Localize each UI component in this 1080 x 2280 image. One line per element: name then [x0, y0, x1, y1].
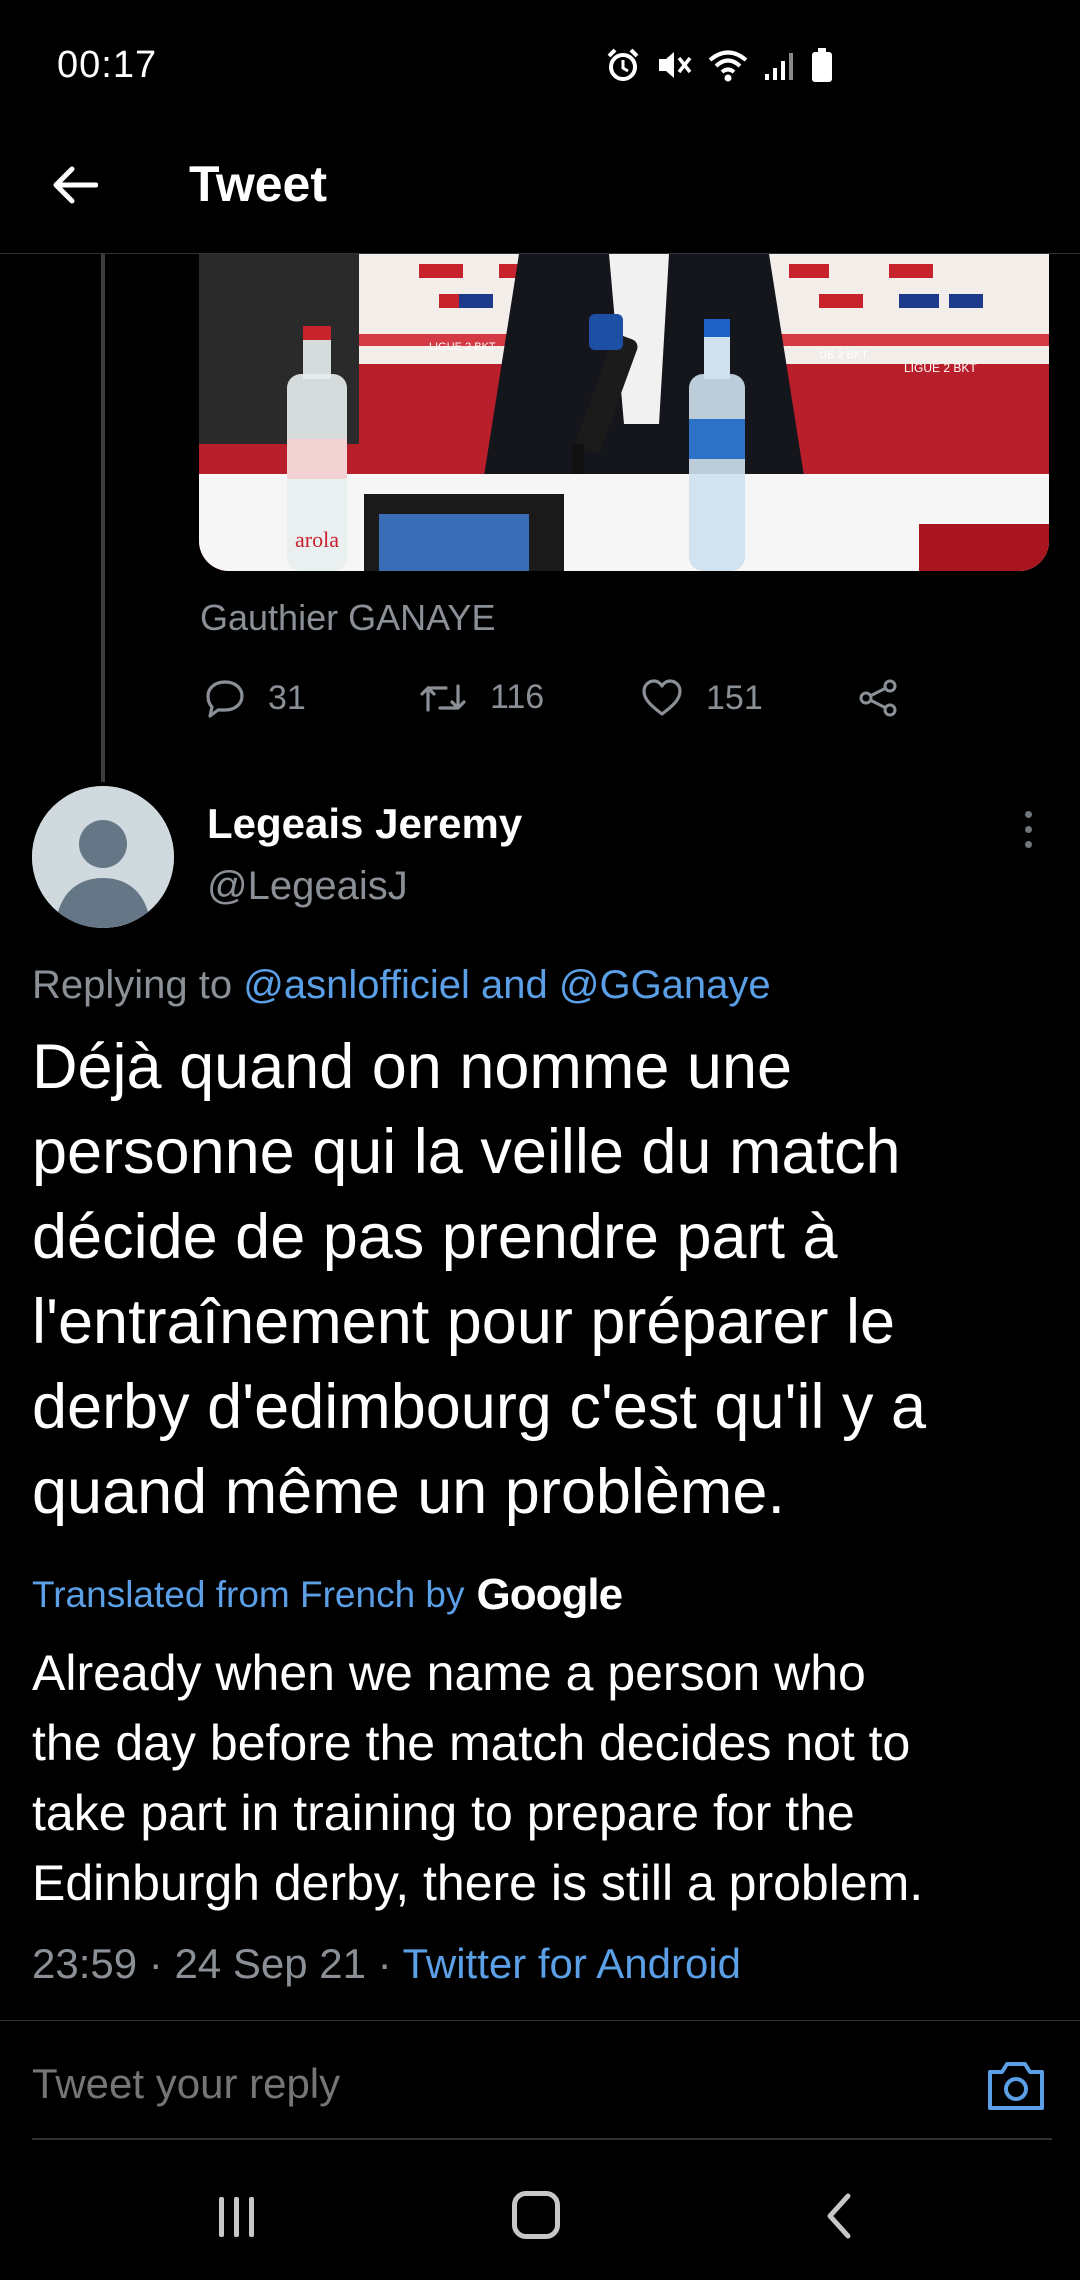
reply-mention-and: and — [469, 963, 559, 1007]
tweet-time: 23:59 — [32, 1940, 138, 1987]
translation-attribution: Translated from French by Google — [32, 1570, 624, 1620]
reply-input[interactable] — [32, 2060, 932, 2108]
reply-mention-asnlofficiel[interactable]: @asnlofficiel — [243, 963, 470, 1007]
avatar[interactable] — [32, 786, 174, 928]
battery-icon — [812, 48, 832, 82]
replying-to: Replying to @asnlofficiel and @GGanaye — [32, 963, 771, 1008]
recents-icon[interactable] — [213, 2195, 259, 2239]
page-title: Tweet — [189, 156, 327, 212]
timestamp-separator: · — [137, 1940, 175, 1987]
back-icon[interactable] — [820, 2190, 860, 2242]
tweet-timestamp: 23:59 · 24 Sep 21 · Twitter for Android — [32, 1940, 741, 1988]
arrow-left-icon — [53, 166, 98, 204]
back-button[interactable] — [40, 150, 110, 220]
home-icon[interactable] — [512, 2191, 560, 2239]
status-icons — [605, 44, 833, 86]
like-button[interactable]: 151 — [640, 678, 763, 718]
tweet-date: 24 Sep 21 — [174, 1940, 366, 1987]
default-avatar-icon — [32, 786, 174, 928]
retweet-icon — [420, 683, 466, 712]
image-caption: Gauthier GANAYE — [200, 597, 496, 638]
tweet-media-image[interactable]: LIGUE 2 BKT LIGUE 2 BKT UE 2 BKT arola — [199, 254, 1049, 571]
like-count: 151 — [706, 678, 763, 717]
alarm-icon — [607, 48, 639, 81]
reply-count: 31 — [268, 678, 306, 717]
camera-button[interactable] — [984, 2058, 1048, 2114]
google-logo: Google — [476, 1570, 624, 1619]
thread-line — [101, 254, 105, 782]
reply-button[interactable]: 31 — [204, 678, 306, 718]
translated-label: Translated from French by — [32, 1574, 465, 1615]
camera-icon — [988, 2062, 1044, 2110]
tweet-source-link[interactable]: Twitter for Android — [403, 1940, 741, 1987]
retweet-button[interactable]: 116 — [418, 678, 544, 717]
svg-text:UE 2 BKT: UE 2 BKT — [819, 349, 868, 361]
author-handle[interactable]: @LegeaisJ — [207, 864, 408, 909]
divider — [32, 2138, 1052, 2140]
svg-text:LIGUE 2 BKT: LIGUE 2 BKT — [904, 361, 977, 375]
reply-icon — [206, 680, 244, 718]
tweet-text: Déjà quand on nomme une personne qui la … — [32, 1032, 927, 1527]
author-name[interactable]: Legeais Jeremy — [207, 800, 522, 848]
svg-text:LIGUE 2 BKT: LIGUE 2 BKT — [429, 341, 496, 353]
wifi-icon — [708, 50, 748, 82]
translated-text: Already when we name a person who the da… — [32, 1645, 924, 1911]
more-options-icon[interactable] — [1010, 804, 1046, 854]
timestamp-separator: · — [365, 1940, 403, 1987]
share-icon — [859, 679, 897, 717]
replying-to-prefix: Replying to — [32, 963, 244, 1007]
reply-mention-gganaye[interactable]: @GGanaye — [559, 963, 771, 1007]
retweet-count: 116 — [490, 678, 545, 716]
status-time: 00:17 — [57, 44, 158, 86]
heart-icon — [642, 679, 682, 716]
mute-icon — [659, 52, 692, 78]
share-button[interactable] — [856, 678, 900, 718]
bottle-label: arola — [295, 527, 339, 552]
signal-icon — [765, 53, 793, 80]
divider — [0, 2020, 1080, 2021]
press-conference-photo: LIGUE 2 BKT LIGUE 2 BKT UE 2 BKT arola — [199, 254, 1049, 571]
